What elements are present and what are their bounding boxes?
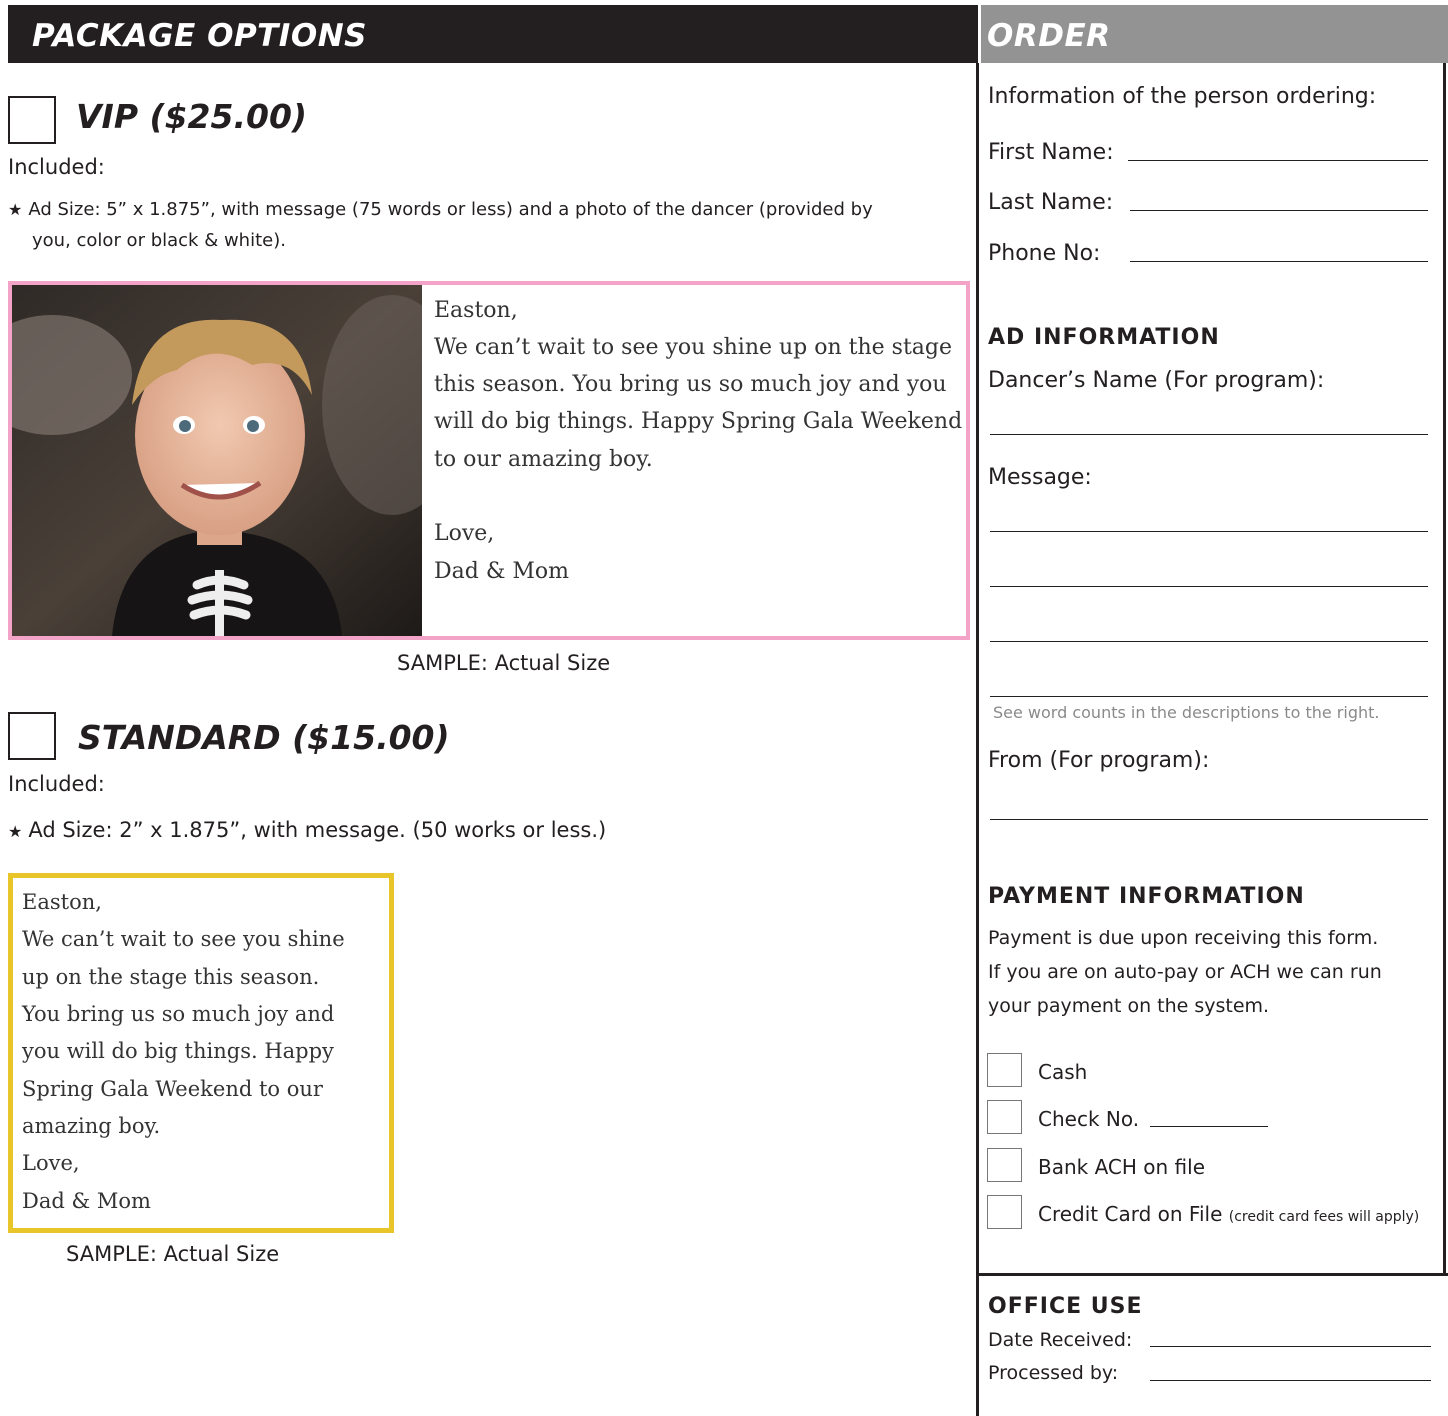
order-intro: Information of the person ordering: <box>988 84 1377 109</box>
credit-card-checkbox[interactable] <box>987 1195 1022 1229</box>
vip-bullet-line1: Ad Size: 5” x 1.875”, with message (75 w… <box>28 199 873 220</box>
vip-sample-line: this season. You bring us so much joy an… <box>434 372 947 397</box>
message-label: Message: <box>988 465 1092 490</box>
standard-checkbox[interactable] <box>8 712 56 760</box>
office-use-divider <box>976 1273 1448 1276</box>
star-icon: ★ <box>8 822 23 841</box>
vip-bullet-line2: you, color or black & white). <box>32 230 286 251</box>
date-received-field[interactable] <box>1150 1346 1431 1347</box>
from-label: From (For program): <box>988 748 1210 773</box>
standard-sample-line: amazing boy. <box>22 1114 161 1138</box>
package-options-header: Package Options <box>8 5 978 63</box>
order-header: Order <box>981 5 1448 63</box>
standard-sample-line: We can’t wait to see you shine <box>22 927 345 951</box>
cash-checkbox[interactable] <box>987 1053 1022 1087</box>
vip-sample-closing: Love, <box>434 521 495 546</box>
standard-included-label: Included: <box>8 772 105 796</box>
standard-sample-line: Love, <box>22 1151 80 1175</box>
payment-text-line: Payment is due upon receiving this form. <box>988 927 1379 949</box>
vip-bullet: ★ Ad Size: 5” x 1.875”, with message (75 … <box>8 199 873 220</box>
credit-card-option: Credit Card on File (credit card fees wi… <box>1038 1202 1419 1226</box>
bank-ach-label: Bank ACH on file <box>1038 1155 1206 1179</box>
check-number-field[interactable] <box>1150 1126 1268 1127</box>
from-field[interactable] <box>990 819 1428 820</box>
payment-text-line: If you are on auto-pay or ACH we can run <box>988 961 1382 983</box>
standard-sample-line: up on the stage this season. <box>22 965 320 989</box>
vip-sample-signature: Dad & Mom <box>434 559 570 584</box>
dancer-name-field[interactable] <box>990 434 1428 435</box>
date-received-label: Date Received: <box>988 1329 1133 1351</box>
message-field-line[interactable] <box>990 586 1428 587</box>
right-column-border <box>1443 63 1446 1273</box>
last-name-field[interactable] <box>1130 210 1428 211</box>
message-field-line[interactable] <box>990 641 1428 642</box>
last-name-label: Last Name: <box>988 190 1114 215</box>
package-options-title: Package Options <box>32 18 367 54</box>
bank-ach-checkbox[interactable] <box>987 1148 1022 1182</box>
credit-card-fee-note: (credit card fees will apply) <box>1228 1209 1420 1225</box>
word-count-hint: See word counts in the descriptions to t… <box>993 703 1380 722</box>
standard-sample-line: Spring Gala Weekend to our <box>22 1077 323 1101</box>
phone-label: Phone No: <box>988 241 1101 266</box>
message-field-line[interactable] <box>990 531 1428 532</box>
order-title: Order <box>987 18 1111 54</box>
standard-sample-line: Dad & Mom <box>22 1189 151 1213</box>
credit-card-label: Credit Card on File <box>1038 1202 1223 1226</box>
standard-bullet-text: Ad Size: 2” x 1.875”, with message. (50 … <box>28 818 607 842</box>
check-checkbox[interactable] <box>987 1100 1022 1134</box>
standard-title: Standard ($15.00) <box>78 718 450 757</box>
standard-sample-line: Easton, <box>22 890 102 914</box>
vip-sample-line: will do big things. Happy Spring Gala We… <box>434 409 963 434</box>
processed-by-field[interactable] <box>1150 1380 1431 1381</box>
vip-sample-greeting: Easton, <box>434 298 518 323</box>
message-field-line[interactable] <box>990 696 1428 697</box>
dancer-photo <box>12 285 422 636</box>
standard-bullet: ★ Ad Size: 2” x 1.875”, with message. (50… <box>8 818 606 842</box>
vip-included-label: Included: <box>8 155 105 179</box>
standard-sample-caption: SAMPLE: Actual Size <box>66 1242 280 1266</box>
standard-sample-line: you will do big things. Happy <box>22 1039 334 1063</box>
vip-checkbox[interactable] <box>8 96 56 144</box>
office-use-heading: OFFICE USE <box>988 1294 1143 1319</box>
check-label: Check No. <box>1038 1107 1140 1131</box>
vip-sample-line: We can’t wait to see you shine up on the… <box>434 335 953 360</box>
processed-by-label: Processed by: <box>988 1362 1119 1384</box>
first-name-field[interactable] <box>1128 160 1428 161</box>
ad-information-heading: AD INFORMATION <box>988 325 1220 350</box>
first-name-label: First Name: <box>988 140 1114 165</box>
phone-field[interactable] <box>1130 261 1428 262</box>
payment-text-line: your payment on the system. <box>988 995 1270 1017</box>
column-divider <box>976 63 979 1416</box>
standard-sample-line: You bring us so much joy and <box>22 1002 335 1026</box>
cash-label: Cash <box>1038 1060 1088 1084</box>
star-icon: ★ <box>8 200 23 219</box>
vip-title: VIP ($25.00) <box>76 97 307 136</box>
payment-information-heading: PAYMENT INFORMATION <box>988 884 1305 909</box>
vip-sample-line: to our amazing boy. <box>434 447 653 472</box>
vip-sample-caption: SAMPLE: Actual Size <box>397 651 611 675</box>
dancer-name-label: Dancer’s Name (For program): <box>988 368 1325 393</box>
